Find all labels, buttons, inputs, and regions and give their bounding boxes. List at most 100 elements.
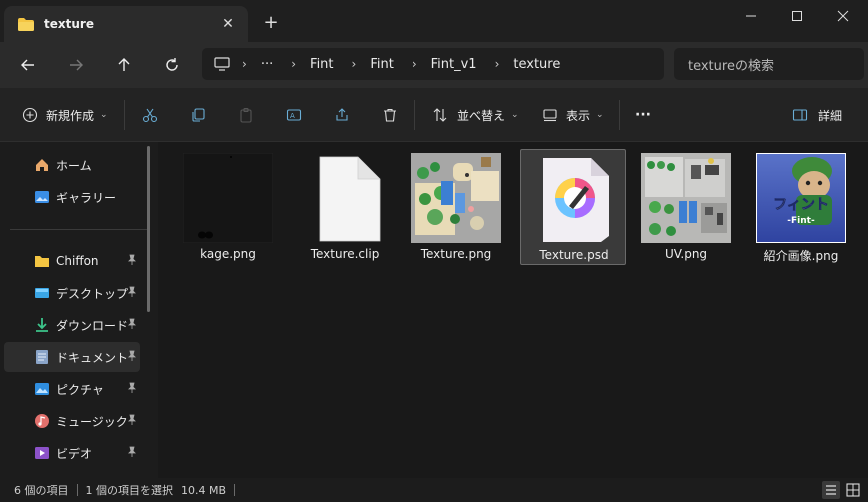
details-view-button[interactable] — [822, 481, 840, 499]
view-button[interactable]: 表示 ⌄ — [542, 102, 604, 128]
toolbar-divider — [619, 100, 620, 130]
plus-circle-icon — [22, 107, 38, 123]
close-window-button[interactable] — [820, 0, 866, 32]
music-icon — [35, 414, 49, 428]
svg-text:A: A — [290, 112, 295, 120]
breadcrumb-item[interactable]: Fint — [310, 57, 333, 72]
pin-icon — [128, 286, 136, 297]
sidebar-scrollbar[interactable] — [147, 146, 150, 312]
new-button[interactable]: 新規作成 ⌄ — [22, 102, 108, 128]
pin-icon — [128, 254, 136, 265]
file-view: kage.png Texture.clip Texture.png Textur… — [160, 142, 868, 478]
file-name: kage.png — [200, 247, 256, 261]
chevron-down-icon: ⌄ — [100, 110, 108, 120]
chevron-right-icon: › — [351, 57, 357, 71]
file-item[interactable]: kage.png — [175, 149, 281, 265]
refresh-button[interactable] — [159, 52, 185, 78]
toolbar-divider — [414, 100, 415, 130]
arrow-up-icon — [118, 58, 130, 71]
search-input[interactable]: textureの検索 — [674, 48, 864, 80]
copy-button[interactable] — [190, 102, 206, 128]
file-item[interactable]: UV.png — [633, 149, 739, 265]
sidebar-item-label: Chiffon — [56, 254, 99, 268]
status-bar: 6 個の項目 1 個の項目を選択 10.4 MB — [0, 478, 868, 502]
details-button[interactable]: 詳細 — [792, 102, 842, 128]
image-thumbnail — [183, 153, 273, 243]
item-count: 6 個の項目 — [14, 484, 69, 497]
chevron-right-icon: › — [242, 57, 247, 71]
trash-icon — [384, 108, 396, 122]
file-name: 紹介画像.png — [763, 249, 839, 263]
maximize-button[interactable] — [774, 0, 820, 32]
tab-texture[interactable]: texture ✕ — [4, 6, 248, 42]
video-icon — [35, 447, 49, 459]
more-options-button[interactable]: ··· — [635, 102, 651, 128]
breadcrumb-overflow[interactable]: ··· — [261, 57, 273, 72]
breadcrumb-item[interactable]: Fint_v1 — [431, 57, 477, 72]
share-button[interactable] — [334, 102, 350, 128]
file-name: Texture.clip — [310, 247, 380, 261]
selection-count: 1 個の項目を選択 — [85, 484, 174, 497]
breadcrumb-item[interactable]: texture — [513, 57, 560, 72]
status-divider — [76, 484, 78, 496]
delete-button[interactable] — [382, 102, 398, 128]
sidebar-item-desktop[interactable]: デスクトップ — [4, 278, 140, 308]
back-button[interactable] — [15, 52, 41, 78]
chevron-down-icon: ⌄ — [511, 110, 519, 120]
sidebar-item-gallery[interactable]: ギャラリー — [4, 182, 140, 212]
forward-button[interactable] — [63, 52, 89, 78]
large-icons-view-button[interactable] — [844, 481, 862, 499]
download-icon — [36, 318, 48, 332]
scissors-icon — [142, 108, 158, 123]
sidebar-item-label: ピクチャ — [56, 382, 104, 397]
sidebar-item-home[interactable]: ホーム — [4, 150, 140, 180]
sidebar-item-videos[interactable]: ビデオ — [4, 438, 140, 468]
sidebar-item-label: ホーム — [56, 158, 92, 173]
sidebar-item-label: ミュージック — [56, 414, 128, 429]
up-button[interactable] — [111, 52, 137, 78]
status-divider — [234, 484, 236, 496]
file-item[interactable]: フィント -Fint- 紹介画像.png — [748, 149, 854, 265]
sidebar-item-downloads[interactable]: ダウンロード — [4, 310, 140, 340]
paste-button[interactable] — [238, 102, 254, 128]
file-name: UV.png — [664, 247, 708, 261]
sidebar-item-documents[interactable]: ドキュメント — [4, 342, 140, 372]
sidebar-item-label: ビデオ — [56, 446, 93, 461]
sidebar-item-music[interactable]: ミュージック — [4, 406, 140, 436]
sort-button[interactable]: 並べ替え ⌄ — [432, 102, 519, 128]
file-item-selected[interactable]: Texture.psd — [520, 149, 626, 265]
address-bar[interactable]: › ··· › Fint › Fint › Fint_v1 › texture — [202, 48, 664, 80]
thumb-subtitle: -Fint- — [787, 216, 815, 226]
desktop-icon — [35, 288, 49, 298]
new-tab-button[interactable]: + — [260, 12, 282, 34]
toolbar-divider — [124, 100, 125, 130]
file-item[interactable]: Texture.png — [403, 149, 509, 265]
breadcrumb-item[interactable]: Fint — [370, 57, 393, 72]
list-view-icon — [826, 485, 836, 495]
command-bar: 新規作成 ⌄ A 並べ替え ⌄ 表示 ⌄ ··· 詳細 — [0, 88, 868, 142]
title-bar: texture ✕ + — [0, 0, 868, 42]
chevron-right-icon: › — [411, 57, 417, 71]
sidebar-item-chiffon[interactable]: Chiffon — [4, 246, 140, 276]
file-item[interactable]: Texture.clip — [292, 149, 398, 265]
rename-button[interactable]: A — [286, 102, 302, 128]
selection-size: 10.4 MB — [181, 483, 227, 497]
file-name: Texture.png — [420, 247, 492, 261]
file-name: Texture.psd — [539, 248, 609, 262]
refresh-icon — [166, 58, 178, 71]
sort-label: 並べ替え — [457, 108, 506, 123]
address-row: › ··· › Fint › Fint › Fint_v1 › texture … — [0, 42, 868, 88]
minimize-button[interactable] — [728, 0, 774, 32]
sidebar-item-label: ギャラリー — [56, 190, 117, 205]
computer-icon — [214, 57, 230, 71]
sidebar-item-pictures[interactable]: ピクチャ — [4, 374, 140, 404]
minimize-icon — [746, 15, 756, 17]
sort-icon — [433, 108, 447, 122]
details-label: 詳細 — [818, 108, 843, 123]
sidebar-divider — [10, 229, 148, 230]
clipboard-icon — [240, 107, 252, 123]
cut-button[interactable] — [142, 102, 158, 128]
chevron-right-icon: › — [494, 57, 500, 71]
view-icon — [543, 109, 557, 122]
close-tab-icon[interactable]: ✕ — [218, 14, 238, 34]
